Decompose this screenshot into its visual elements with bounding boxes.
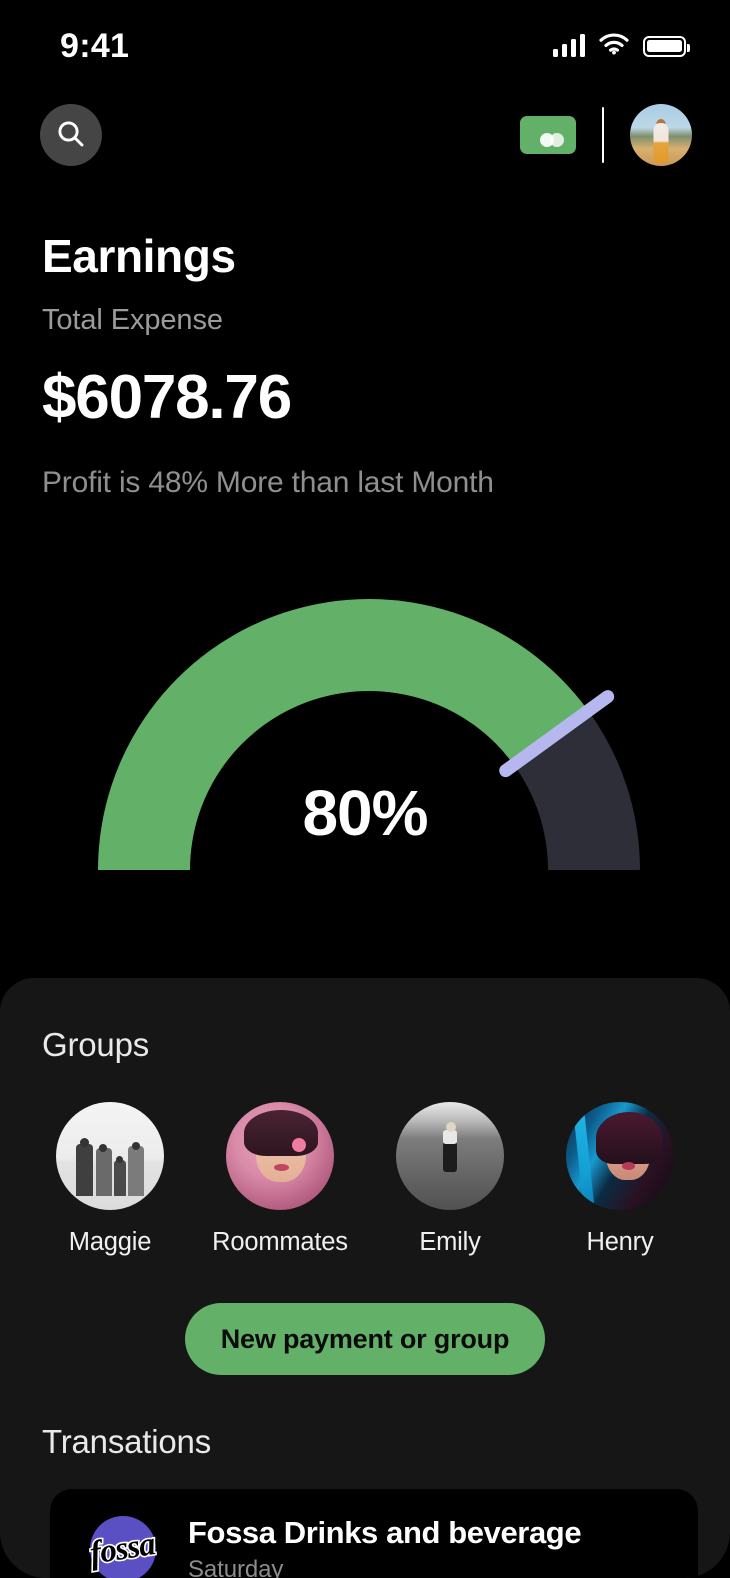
phone-screen: 9:41 Earnings Total Expense $6078.76 Pro… bbox=[0, 0, 730, 1578]
status-icons bbox=[552, 32, 690, 60]
group-label: Emily bbox=[419, 1228, 481, 1256]
cellular-signal-icon bbox=[552, 34, 585, 57]
transaction-text: Fossa Drinks and beverage Saturday bbox=[188, 1514, 582, 1578]
top-nav bbox=[0, 100, 730, 170]
groups-section-title: Groups bbox=[42, 1026, 150, 1063]
credit-card-icon[interactable] bbox=[519, 116, 576, 154]
transaction-row[interactable]: fossa Fossa Drinks and beverage Saturday bbox=[50, 1489, 698, 1578]
group-item-henry[interactable]: Henry bbox=[544, 1102, 696, 1257]
maggie-group-avatar bbox=[56, 1102, 164, 1210]
group-label: Roommates bbox=[212, 1228, 348, 1256]
group-label: Henry bbox=[586, 1228, 654, 1256]
profile-avatar[interactable] bbox=[630, 104, 692, 166]
search-icon bbox=[55, 118, 87, 153]
status-time: 9:41 bbox=[60, 27, 130, 65]
transaction-merchant: Fossa Drinks and beverage bbox=[188, 1515, 582, 1551]
emily-group-avatar bbox=[396, 1102, 504, 1210]
earnings-block: Earnings Total Expense $6078.76 Profit i… bbox=[42, 230, 690, 503]
nav-divider bbox=[601, 107, 604, 163]
group-item-maggie[interactable]: Maggie bbox=[34, 1102, 186, 1257]
gauge-svg bbox=[98, 599, 640, 870]
group-item-emily[interactable]: Emily bbox=[374, 1102, 526, 1257]
groups-panel: Groups Maggie Roommates Emily Henry New … bbox=[0, 978, 730, 1578]
search-button[interactable] bbox=[40, 104, 102, 166]
new-payment-or-group-button[interactable]: New payment or group bbox=[185, 1303, 545, 1375]
henry-group-avatar bbox=[566, 1102, 674, 1210]
nav-right-group bbox=[519, 104, 692, 166]
groups-row: Maggie Roommates Emily Henry bbox=[0, 1064, 730, 1257]
profit-note: Profit is 48% More than last Month bbox=[42, 465, 494, 499]
total-expense-amount: $6078.76 bbox=[42, 362, 292, 432]
transactions-section-title: Transations bbox=[42, 1423, 211, 1460]
total-expense-label: Total Expense bbox=[42, 303, 223, 336]
status-bar: 9:41 bbox=[0, 0, 730, 92]
battery-full-icon bbox=[643, 35, 690, 57]
earnings-gauge-chart bbox=[0, 584, 730, 884]
fossa-logo-icon: fossa bbox=[76, 1510, 168, 1578]
wifi-icon bbox=[599, 32, 629, 60]
page-title: Earnings bbox=[42, 230, 236, 282]
gauge-value-arc bbox=[98, 599, 589, 870]
group-item-roommates[interactable]: Roommates bbox=[204, 1102, 356, 1257]
group-label: Maggie bbox=[68, 1228, 152, 1256]
roommates-group-avatar bbox=[226, 1102, 334, 1210]
transactions-list: fossa Fossa Drinks and beverage Saturday bbox=[0, 1461, 730, 1578]
transaction-day: Saturday bbox=[188, 1555, 284, 1578]
